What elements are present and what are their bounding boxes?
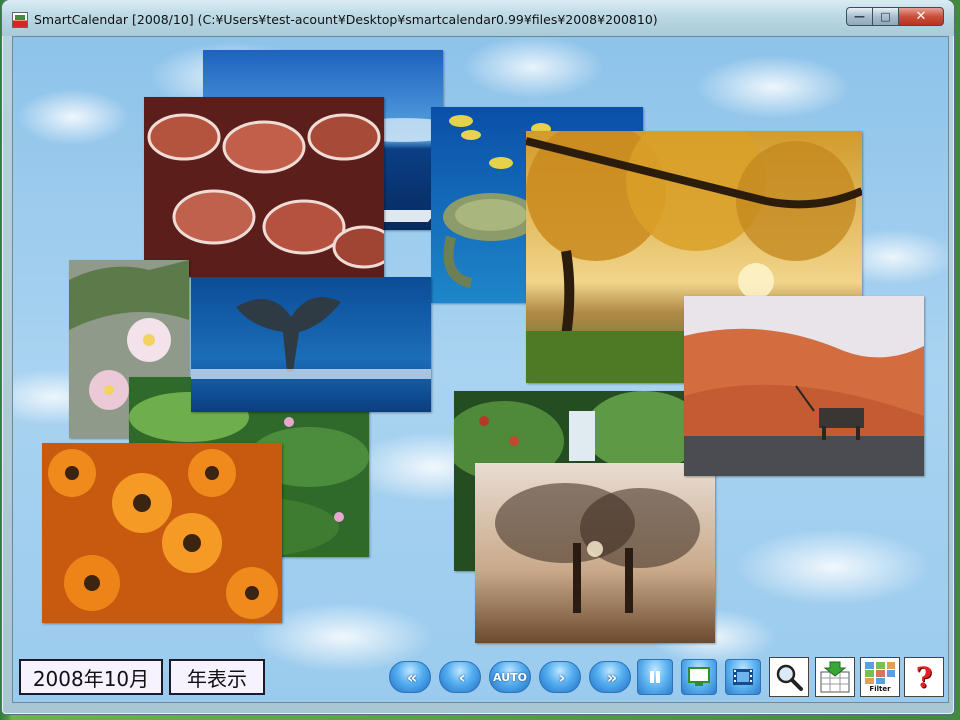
filter-button[interactable]: Filter (860, 657, 900, 697)
chevron-right-icon: › (558, 667, 565, 687)
maximize-button[interactable]: □ (872, 7, 898, 26)
minimize-button[interactable]: — (846, 7, 872, 26)
filmstrip-button[interactable] (725, 659, 761, 695)
next-button[interactable]: › (539, 661, 581, 693)
download-calendar-icon (820, 661, 850, 693)
app-icon[interactable] (12, 12, 28, 28)
photo-red-leaves[interactable] (144, 97, 384, 277)
red-leaves-image (144, 97, 384, 277)
import-button[interactable] (815, 657, 855, 697)
window-title: SmartCalendar [2008/10] (C:¥Users¥test-a… (34, 12, 658, 27)
screen-mode-button[interactable] (681, 659, 717, 695)
filter-label: Filter (869, 685, 891, 693)
current-month-display: 2008年10月 (19, 659, 163, 695)
magnifier-icon (776, 664, 803, 691)
photo-foggy-trees[interactable] (475, 463, 715, 643)
double-chevron-right-icon: » (606, 667, 618, 687)
pause-icon (650, 671, 660, 683)
first-page-button[interactable]: « (389, 661, 431, 693)
monitor-icon (688, 667, 710, 686)
title-bar[interactable]: SmartCalendar [2008/10] (C:¥Users¥test-a… (2, 0, 954, 36)
whale-tail-image (191, 277, 431, 412)
last-page-button[interactable]: » (589, 661, 631, 693)
auto-label: AUTO (493, 670, 527, 684)
photo-grid-icon (865, 662, 895, 684)
desert-oryx-image (684, 296, 924, 476)
chevron-left-icon: ‹ (458, 667, 465, 687)
pause-button[interactable] (637, 659, 673, 695)
foggy-trees-image (475, 463, 715, 643)
previous-button[interactable]: ‹ (439, 661, 481, 693)
photo-desert-oryx[interactable] (684, 296, 924, 476)
zoom-button[interactable] (769, 657, 809, 697)
year-view-button[interactable]: 年表示 (169, 659, 265, 695)
photo-orange-daisies[interactable] (42, 443, 282, 623)
double-chevron-left-icon: « (406, 667, 418, 687)
help-button[interactable]: ? (904, 657, 944, 697)
photo-whale-tail[interactable] (191, 277, 431, 412)
calendar-canvas: 2008年10月 年表示 « ‹ AUTO › » Filter ? (12, 36, 949, 703)
window-controls: — □ ✕ (846, 7, 944, 27)
close-button[interactable]: ✕ (898, 7, 944, 26)
question-mark-icon: ? (915, 660, 933, 694)
filmstrip-icon (733, 669, 753, 685)
app-window: SmartCalendar [2008/10] (C:¥Users¥test-a… (2, 0, 954, 714)
auto-play-button[interactable]: AUTO (489, 661, 531, 693)
orange-daisies-image (42, 443, 282, 623)
